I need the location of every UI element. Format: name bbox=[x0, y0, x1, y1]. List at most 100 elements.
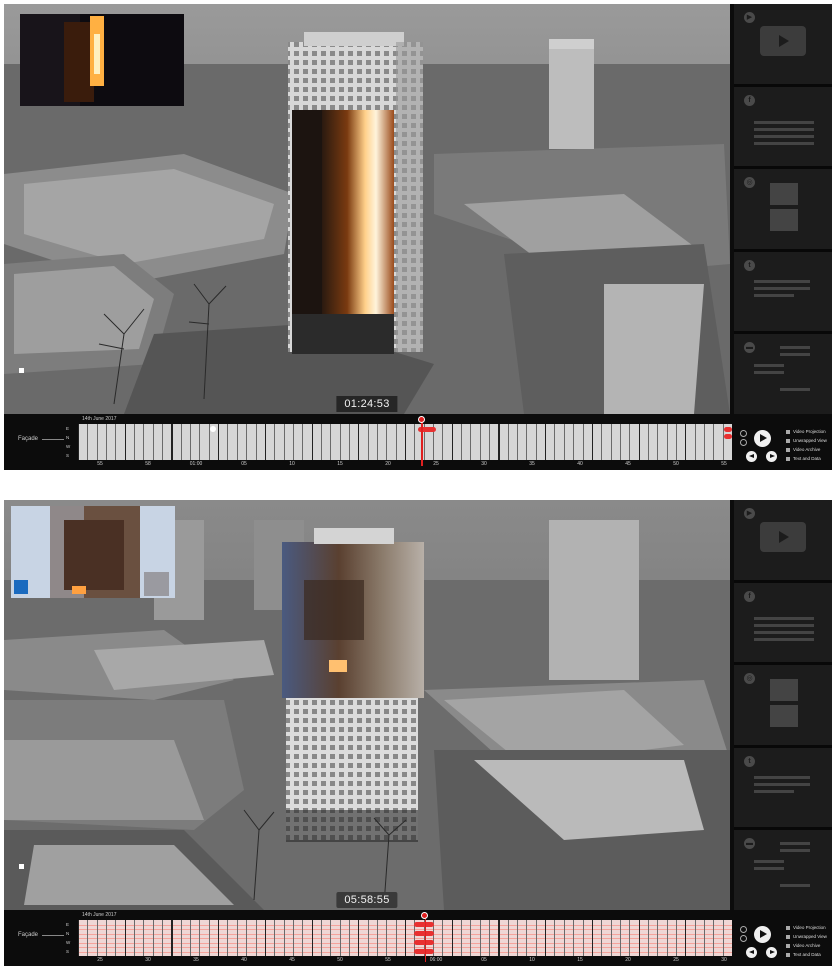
timeline-tick bbox=[545, 920, 547, 956]
timeline-tick bbox=[405, 920, 407, 956]
playback-controls: Video Projection Unwrapped View Video Ar… bbox=[734, 910, 832, 966]
row-label-n: N bbox=[66, 931, 70, 936]
instagram-card[interactable]: ◎ bbox=[734, 169, 832, 249]
viewer-panel-2: 05:58:55 ▶ f ◎ t ▬ Façade 14th June 2017… bbox=[4, 500, 832, 966]
timeline-tick bbox=[685, 424, 687, 460]
timeline-tick bbox=[507, 920, 509, 956]
instagram-card[interactable]: ◎ bbox=[734, 665, 832, 745]
facade-label: Façade bbox=[18, 932, 39, 938]
timeline-tick bbox=[124, 424, 126, 460]
layer-video-archive[interactable]: Video Archive bbox=[786, 445, 827, 454]
timeline-date: 14th June 2017 bbox=[82, 912, 117, 918]
event-marker[interactable] bbox=[724, 427, 732, 432]
timeline-tick bbox=[703, 920, 705, 956]
timeline-tick bbox=[619, 424, 621, 460]
layer-unwrapped-view[interactable]: Unwrapped View bbox=[786, 436, 827, 445]
video-play-icon[interactable] bbox=[760, 522, 806, 552]
city-model-scene bbox=[4, 4, 730, 414]
playhead-handle[interactable] bbox=[421, 912, 429, 919]
video-play-icon[interactable] bbox=[760, 26, 806, 56]
city-model-scene bbox=[4, 500, 730, 910]
playhead[interactable] bbox=[421, 420, 423, 466]
timeline-tick bbox=[302, 424, 304, 460]
row-label-s: S bbox=[66, 453, 70, 458]
twitter-card[interactable]: t bbox=[734, 747, 832, 828]
axis-tick-label: 35 bbox=[193, 957, 199, 963]
timeline-track[interactable] bbox=[78, 424, 732, 460]
play-button[interactable] bbox=[754, 926, 771, 943]
layer-video-archive[interactable]: Video Archive bbox=[786, 941, 827, 950]
chat-icon: ▬ bbox=[744, 838, 755, 850]
youtube-icon: ▶ bbox=[744, 508, 755, 519]
timeline-tick bbox=[395, 424, 397, 460]
timeline-tick bbox=[619, 920, 621, 956]
playhead-handle[interactable] bbox=[417, 416, 425, 423]
layer-text-and-data[interactable]: Text and Data bbox=[786, 454, 827, 463]
chat-card[interactable]: ▬ bbox=[734, 334, 832, 414]
zoom-in-icon[interactable] bbox=[740, 926, 747, 933]
timeline-tick bbox=[320, 424, 322, 460]
axis-tick-label: 30 bbox=[481, 461, 487, 467]
view-marker bbox=[19, 368, 24, 373]
youtube-card[interactable]: ▶ bbox=[734, 500, 832, 580]
twitter-icon: t bbox=[744, 755, 755, 767]
timeline-tick bbox=[218, 920, 220, 956]
axis-tick-label: 01:00 bbox=[189, 461, 203, 467]
timeline-tick bbox=[134, 424, 136, 460]
step-back-button[interactable] bbox=[746, 947, 757, 958]
layer-text-and-data[interactable]: Text and Data bbox=[786, 950, 827, 959]
twitter-card[interactable]: t bbox=[734, 251, 832, 332]
timeline-tick bbox=[479, 920, 481, 956]
timeline-tick bbox=[358, 920, 360, 956]
facebook-card[interactable]: f bbox=[734, 582, 832, 663]
twitter-icon: t bbox=[744, 259, 755, 271]
layer-unwrapped-view[interactable]: Unwrapped View bbox=[786, 932, 827, 941]
layer-video-projection[interactable]: Video Projection bbox=[786, 923, 827, 932]
timeline-tick bbox=[115, 424, 117, 460]
axis-tick-label: 05 bbox=[481, 957, 487, 963]
timeline-tick bbox=[479, 424, 481, 460]
step-back-button[interactable] bbox=[746, 451, 757, 462]
zoom-in-icon[interactable] bbox=[740, 430, 747, 437]
timeline-tick bbox=[190, 920, 192, 956]
timeline-track[interactable] bbox=[78, 920, 732, 956]
zoom-out-icon[interactable] bbox=[740, 439, 747, 446]
step-forward-button[interactable] bbox=[766, 947, 777, 958]
timeline: Façade 14th June 2017 E N W S 25 30 35 40 45… bbox=[4, 910, 832, 966]
viewer-panel-1: 01:24:53 ▶ f ◎ t ▬ Façade 14th June 2017… bbox=[4, 4, 832, 470]
row-label-n: N bbox=[66, 435, 70, 440]
timeline-tick bbox=[470, 424, 472, 460]
timeline-tick bbox=[227, 920, 229, 956]
zoom-out-icon[interactable] bbox=[740, 935, 747, 942]
play-button[interactable] bbox=[754, 430, 771, 447]
timeline-tick bbox=[255, 920, 257, 956]
timeline: Façade 14th June 2017 E N W S 55 58 01:00 0… bbox=[4, 414, 832, 470]
row-label-e: E bbox=[66, 922, 70, 927]
event-marker[interactable] bbox=[724, 434, 732, 439]
timeline-tick bbox=[675, 424, 677, 460]
layer-video-projection[interactable]: Video Projection bbox=[786, 427, 827, 436]
timeline-tick bbox=[264, 424, 267, 460]
axis-tick-label: 35 bbox=[529, 461, 535, 467]
step-forward-button[interactable] bbox=[766, 451, 777, 462]
timeline-tick bbox=[582, 424, 584, 460]
facebook-card[interactable]: f bbox=[734, 86, 832, 167]
layer-toggles: Video Projection Unwrapped View Video Ar… bbox=[786, 923, 827, 959]
youtube-card[interactable]: ▶ bbox=[734, 4, 832, 84]
chat-card[interactable]: ▬ bbox=[734, 830, 832, 910]
axis-tick-label: 20 bbox=[625, 957, 631, 963]
timeline-tick bbox=[442, 424, 444, 460]
timeline-tick bbox=[517, 920, 519, 956]
row-label-s: S bbox=[66, 949, 70, 954]
playhead[interactable] bbox=[424, 916, 427, 962]
archive-event-marker[interactable] bbox=[210, 426, 216, 432]
timeline-tick bbox=[283, 920, 285, 956]
timeline-tick bbox=[236, 424, 238, 460]
timeline-tick bbox=[489, 424, 491, 460]
timeline-date: 14th June 2017 bbox=[82, 416, 117, 422]
3d-model-viewport[interactable]: 01:24:53 bbox=[4, 4, 730, 414]
timeline-tick bbox=[554, 424, 556, 460]
timeline-tick bbox=[657, 920, 659, 956]
timeline-tick bbox=[526, 920, 528, 956]
3d-model-viewport[interactable]: 05:58:55 bbox=[4, 500, 730, 910]
